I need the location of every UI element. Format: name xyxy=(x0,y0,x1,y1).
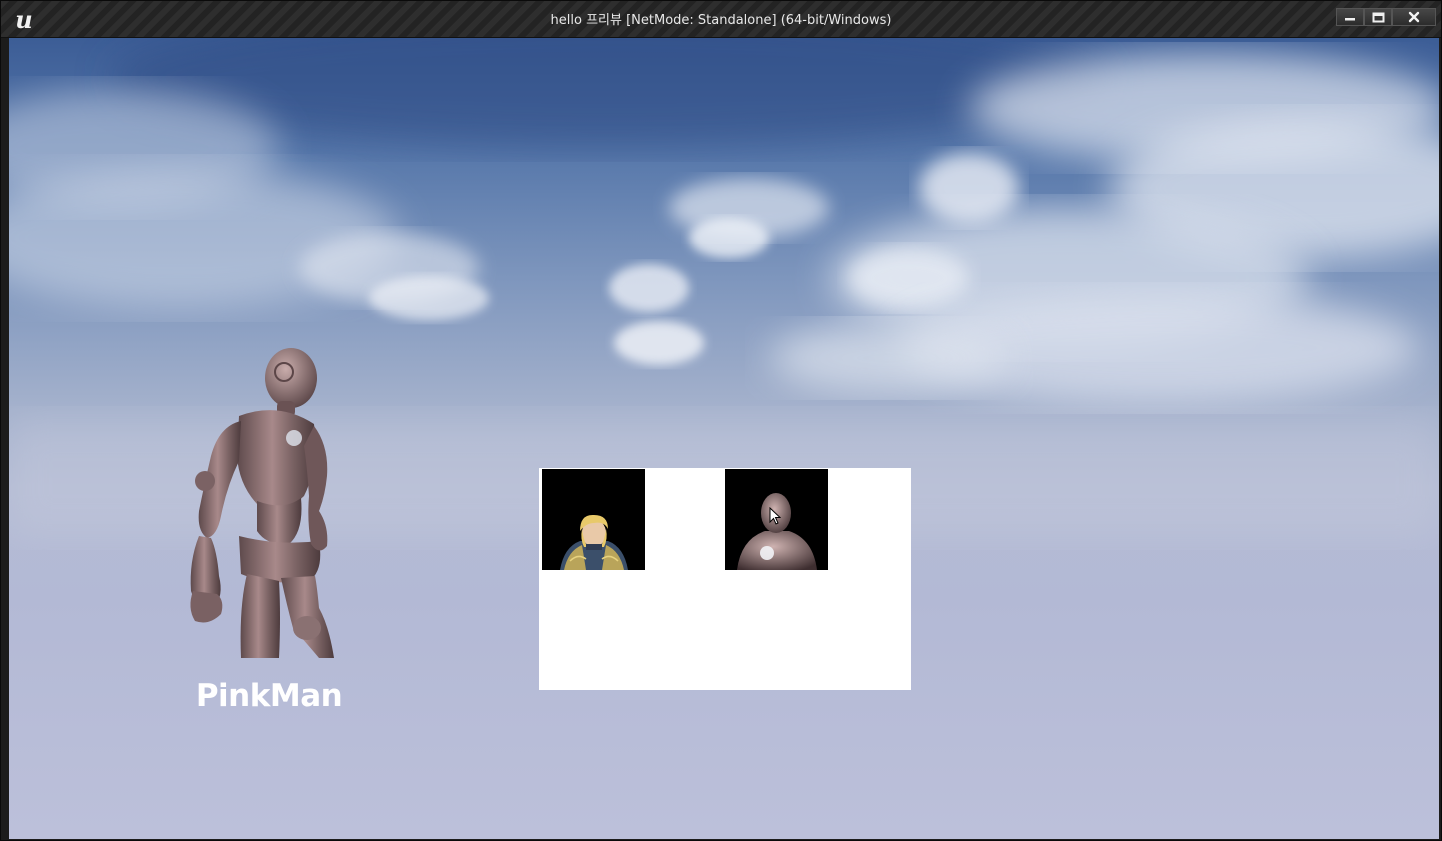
blonde-hero-portrait xyxy=(542,469,645,570)
mouse-cursor-icon xyxy=(769,507,781,525)
minimize-icon xyxy=(1345,18,1355,21)
close-button[interactable] xyxy=(1392,8,1436,26)
title-bar[interactable]: u hello 프리뷰 [NetMode: Standalone] (64-bi… xyxy=(1,1,1441,38)
maximize-icon xyxy=(1372,12,1384,22)
character-select-panel xyxy=(539,468,911,690)
window-controls xyxy=(1336,8,1436,26)
window-title: hello 프리뷰 [NetMode: Standalone] (64-bit/… xyxy=(550,13,892,28)
close-icon xyxy=(1408,11,1420,23)
minimize-button[interactable] xyxy=(1336,8,1364,26)
character-model xyxy=(169,346,339,658)
character-name-label: PinkMan xyxy=(195,678,343,714)
character-slot-hero[interactable] xyxy=(542,469,645,570)
mannequin-figure xyxy=(190,348,334,658)
game-viewport[interactable]: PinkMan xyxy=(9,38,1439,839)
maximize-button[interactable] xyxy=(1364,8,1392,26)
game-window: u hello 프리뷰 [NetMode: Standalone] (64-bi… xyxy=(0,0,1442,841)
character-slot-pinkman[interactable] xyxy=(725,469,828,570)
